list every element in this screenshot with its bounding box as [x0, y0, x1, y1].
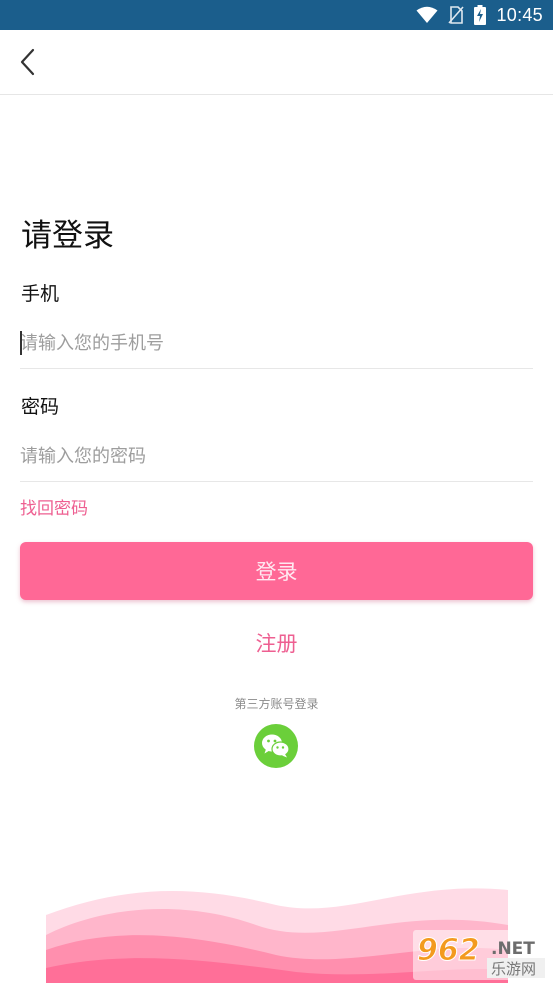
status-icons: 10:45 — [416, 0, 543, 30]
watermark-suffix: .NET — [491, 939, 535, 959]
top-nav-bar — [0, 30, 553, 95]
text-caret — [20, 331, 22, 355]
register-link[interactable]: 注册 — [256, 632, 298, 656]
login-button[interactable]: 登录 — [20, 542, 533, 600]
wifi-icon — [416, 6, 438, 23]
phone-field[interactable] — [20, 318, 533, 369]
login-button-label: 登录 — [255, 560, 298, 584]
password-field[interactable] — [20, 431, 533, 482]
chevron-left-icon — [20, 48, 35, 76]
status-time: 10:45 — [496, 4, 543, 25]
password-input[interactable] — [20, 431, 533, 481]
wechat-icon — [262, 734, 290, 758]
site-watermark: 962 .NET 乐游网 — [413, 930, 548, 980]
watermark-logo: 962 .NET 乐游网 — [413, 930, 548, 980]
back-button[interactable] — [10, 44, 46, 80]
forgot-password-link[interactable]: 找回密码 — [20, 494, 88, 519]
status-bar: 10:45 — [0, 0, 553, 30]
phone-label: 手机 — [21, 283, 60, 305]
watermark-number: 962 — [417, 933, 480, 968]
page-title: 请登录 — [21, 218, 114, 254]
register-row: 注册 — [0, 628, 553, 658]
third-party-login-label: 第三方账号登录 — [234, 697, 319, 711]
phone-input[interactable] — [20, 318, 533, 368]
no-sim-icon — [448, 6, 465, 24]
watermark-site: 乐游网 — [491, 960, 536, 978]
password-label: 密码 — [21, 396, 60, 418]
wechat-login-button[interactable] — [254, 724, 298, 768]
battery-charging-icon — [474, 5, 487, 25]
